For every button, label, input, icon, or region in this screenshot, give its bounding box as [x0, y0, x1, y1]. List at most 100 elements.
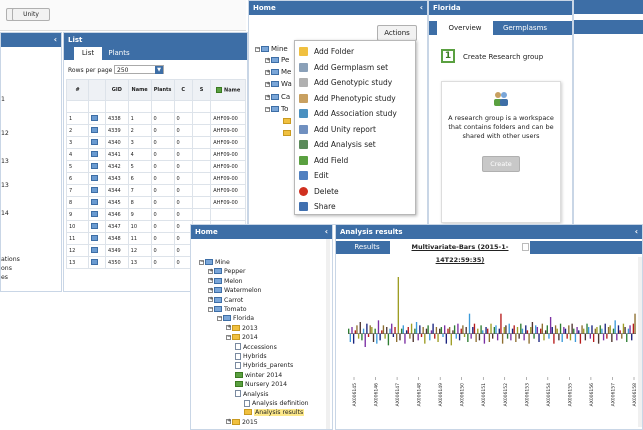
tree-item[interactable]: − 2014	[226, 333, 258, 342]
row-detail-icon[interactable]	[91, 210, 99, 217]
row-detail-icon[interactable]	[91, 126, 99, 133]
table-row[interactable]: 2 4339 2 0 0 AHF09-00	[65, 124, 246, 137]
tree-item[interactable]: Analysis definition	[244, 399, 309, 408]
tree-item[interactable]: − Florida	[217, 314, 254, 323]
actions-button[interactable]: Actions	[377, 25, 417, 41]
tree-item[interactable]: + Pepper	[208, 267, 246, 276]
analysis-vertical-scrollbar[interactable]	[638, 257, 642, 427]
unity-button[interactable]: Unity	[12, 8, 50, 21]
expand-toggle-icon[interactable]: +	[208, 287, 213, 293]
filter-input[interactable]	[150, 100, 175, 113]
expand-toggle-icon[interactable]: +	[265, 57, 270, 63]
tab-list[interactable]: List	[74, 47, 102, 60]
row-detail-icon[interactable]	[91, 150, 99, 157]
tree-item[interactable]: − To	[265, 105, 288, 114]
menu-item-add-field[interactable]: Add Field	[295, 153, 415, 168]
tree-item[interactable]: +2013	[226, 324, 258, 333]
expand-toggle-icon[interactable]: +	[208, 278, 213, 284]
table-row[interactable]: 8 4345 8 0 0 AHF09-00	[65, 196, 246, 209]
tree-item[interactable]: Hybrids	[235, 352, 267, 361]
table-row[interactable]: 6 4343 6 0 0 AHF09-00	[65, 172, 246, 185]
menu-item-share[interactable]: Share	[295, 199, 415, 214]
expand-toggle-icon[interactable]: +	[208, 297, 213, 303]
menu-item-add-phenotypic-study[interactable]: Add Phenotypic study	[295, 91, 415, 106]
row-detail-icon[interactable]	[91, 138, 99, 145]
col-header[interactable]: GID	[104, 79, 129, 101]
expand-toggle-icon[interactable]: +	[226, 419, 231, 425]
menu-item-add-genotypic-study[interactable]: Add Genotypic study	[295, 75, 415, 90]
col-header[interactable]	[88, 79, 106, 101]
tree-item[interactable]: Analysis results	[244, 408, 305, 417]
table-row[interactable]: 9 4346 9 0 0	[65, 208, 246, 221]
row-detail-icon[interactable]	[91, 174, 99, 181]
tree-item[interactable]: + Melon	[208, 277, 243, 286]
collapse-home-icon[interactable]: ‹	[420, 1, 423, 15]
row-detail-icon[interactable]	[91, 186, 99, 193]
tree-item[interactable]: + Me	[265, 68, 291, 77]
expand-toggle-icon[interactable]: −	[208, 306, 213, 312]
tree-folder[interactable]	[283, 129, 293, 138]
table-row[interactable]: 5 4342 5 0 0 AHF09-00	[65, 160, 246, 173]
expand-toggle-icon[interactable]: +	[265, 94, 270, 100]
col-header[interactable]: Name	[127, 79, 152, 101]
expand-toggle-icon[interactable]: −	[226, 334, 231, 340]
menu-item-edit[interactable]: Edit	[295, 168, 415, 183]
expand-toggle-icon[interactable]: +	[265, 81, 270, 87]
table-row[interactable]: 4 4341 4 0 0 AHF09-00	[65, 148, 246, 161]
expand-toggle-icon[interactable]: +	[226, 325, 231, 331]
tree-item[interactable]: − Tomato	[208, 305, 247, 314]
tree-item[interactable]: winter 2014	[235, 371, 282, 380]
expand-toggle-icon[interactable]: +	[208, 268, 213, 274]
collapse-toggle-icon[interactable]: −	[265, 106, 270, 112]
row-detail-icon[interactable]	[91, 198, 99, 205]
tab-results[interactable]: Results	[346, 241, 388, 254]
filter-input[interactable]	[127, 100, 152, 113]
row-detail-icon[interactable]	[91, 114, 99, 121]
row-detail-icon[interactable]	[91, 222, 99, 229]
tab-overview[interactable]: Overview	[437, 21, 493, 35]
filter-input[interactable]	[173, 100, 193, 113]
expand-toggle-icon[interactable]: −	[217, 315, 222, 321]
tree-folder[interactable]	[283, 117, 293, 126]
menu-item-delete[interactable]: Delete	[295, 184, 415, 199]
tree-item[interactable]: + Carrot	[208, 296, 243, 305]
row-detail-icon[interactable]	[91, 234, 99, 241]
menu-item-add-folder[interactable]: Add Folder	[295, 44, 415, 59]
filter-input[interactable]	[210, 100, 246, 113]
col-header[interactable]: S	[191, 79, 212, 101]
tree-item[interactable]: Analysis	[235, 390, 269, 399]
menu-item-add-analysis-set[interactable]: Add Analysis set	[295, 137, 415, 152]
row-detail-icon[interactable]	[91, 258, 99, 265]
expand-toggle-icon[interactable]: +	[265, 69, 270, 75]
collapse-home-bottom-icon[interactable]: ‹	[325, 225, 328, 239]
tree-item[interactable]: + Ca	[265, 93, 290, 102]
tab-plants[interactable]: Plants	[104, 47, 134, 60]
tree-item[interactable]: +2015	[226, 418, 258, 427]
col-header[interactable]: C	[173, 79, 193, 101]
menu-item-add-unity-report[interactable]: Add Unity report	[295, 122, 415, 137]
tree-item[interactable]: + Pe	[265, 56, 289, 65]
tab-multivariate-bars[interactable]: Multivariate-Bars (2015-1-14T22:59:35)	[390, 241, 530, 264]
col-header[interactable]: Name	[210, 79, 246, 101]
expand-toggle-icon[interactable]: −	[199, 259, 204, 265]
tree-item[interactable]: − Mine	[199, 258, 230, 267]
rows-per-page-select[interactable]: 250 ▼	[114, 65, 164, 74]
collapse-toggle-icon[interactable]: −	[255, 46, 260, 52]
col-header[interactable]: Plants	[150, 79, 175, 101]
row-detail-icon[interactable]	[91, 246, 99, 253]
create-button[interactable]: Create	[482, 156, 520, 172]
tree-item[interactable]: + Watermelon	[208, 286, 261, 295]
tree-item[interactable]: + Wa	[265, 80, 292, 89]
tree-item[interactable]: Accessions	[235, 343, 277, 352]
tree-item[interactable]: Nursery 2014	[235, 380, 287, 389]
menu-item-add-germplasm-set[interactable]: Add Germplasm set	[295, 60, 415, 75]
row-detail-icon[interactable]	[91, 162, 99, 169]
close-tab-icon[interactable]	[522, 243, 529, 251]
col-header[interactable]: #	[65, 79, 90, 101]
table-row[interactable]: 1 4338 1 0 0 AHF09-00	[65, 112, 246, 125]
menu-item-add-association-study[interactable]: Add Association study	[295, 106, 415, 121]
collapse-analysis-icon[interactable]: ‹	[635, 225, 638, 239]
tree-item-mine[interactable]: − Mine	[255, 45, 288, 54]
vertical-scrollbar[interactable]	[326, 239, 330, 429]
filter-input[interactable]	[104, 100, 129, 113]
